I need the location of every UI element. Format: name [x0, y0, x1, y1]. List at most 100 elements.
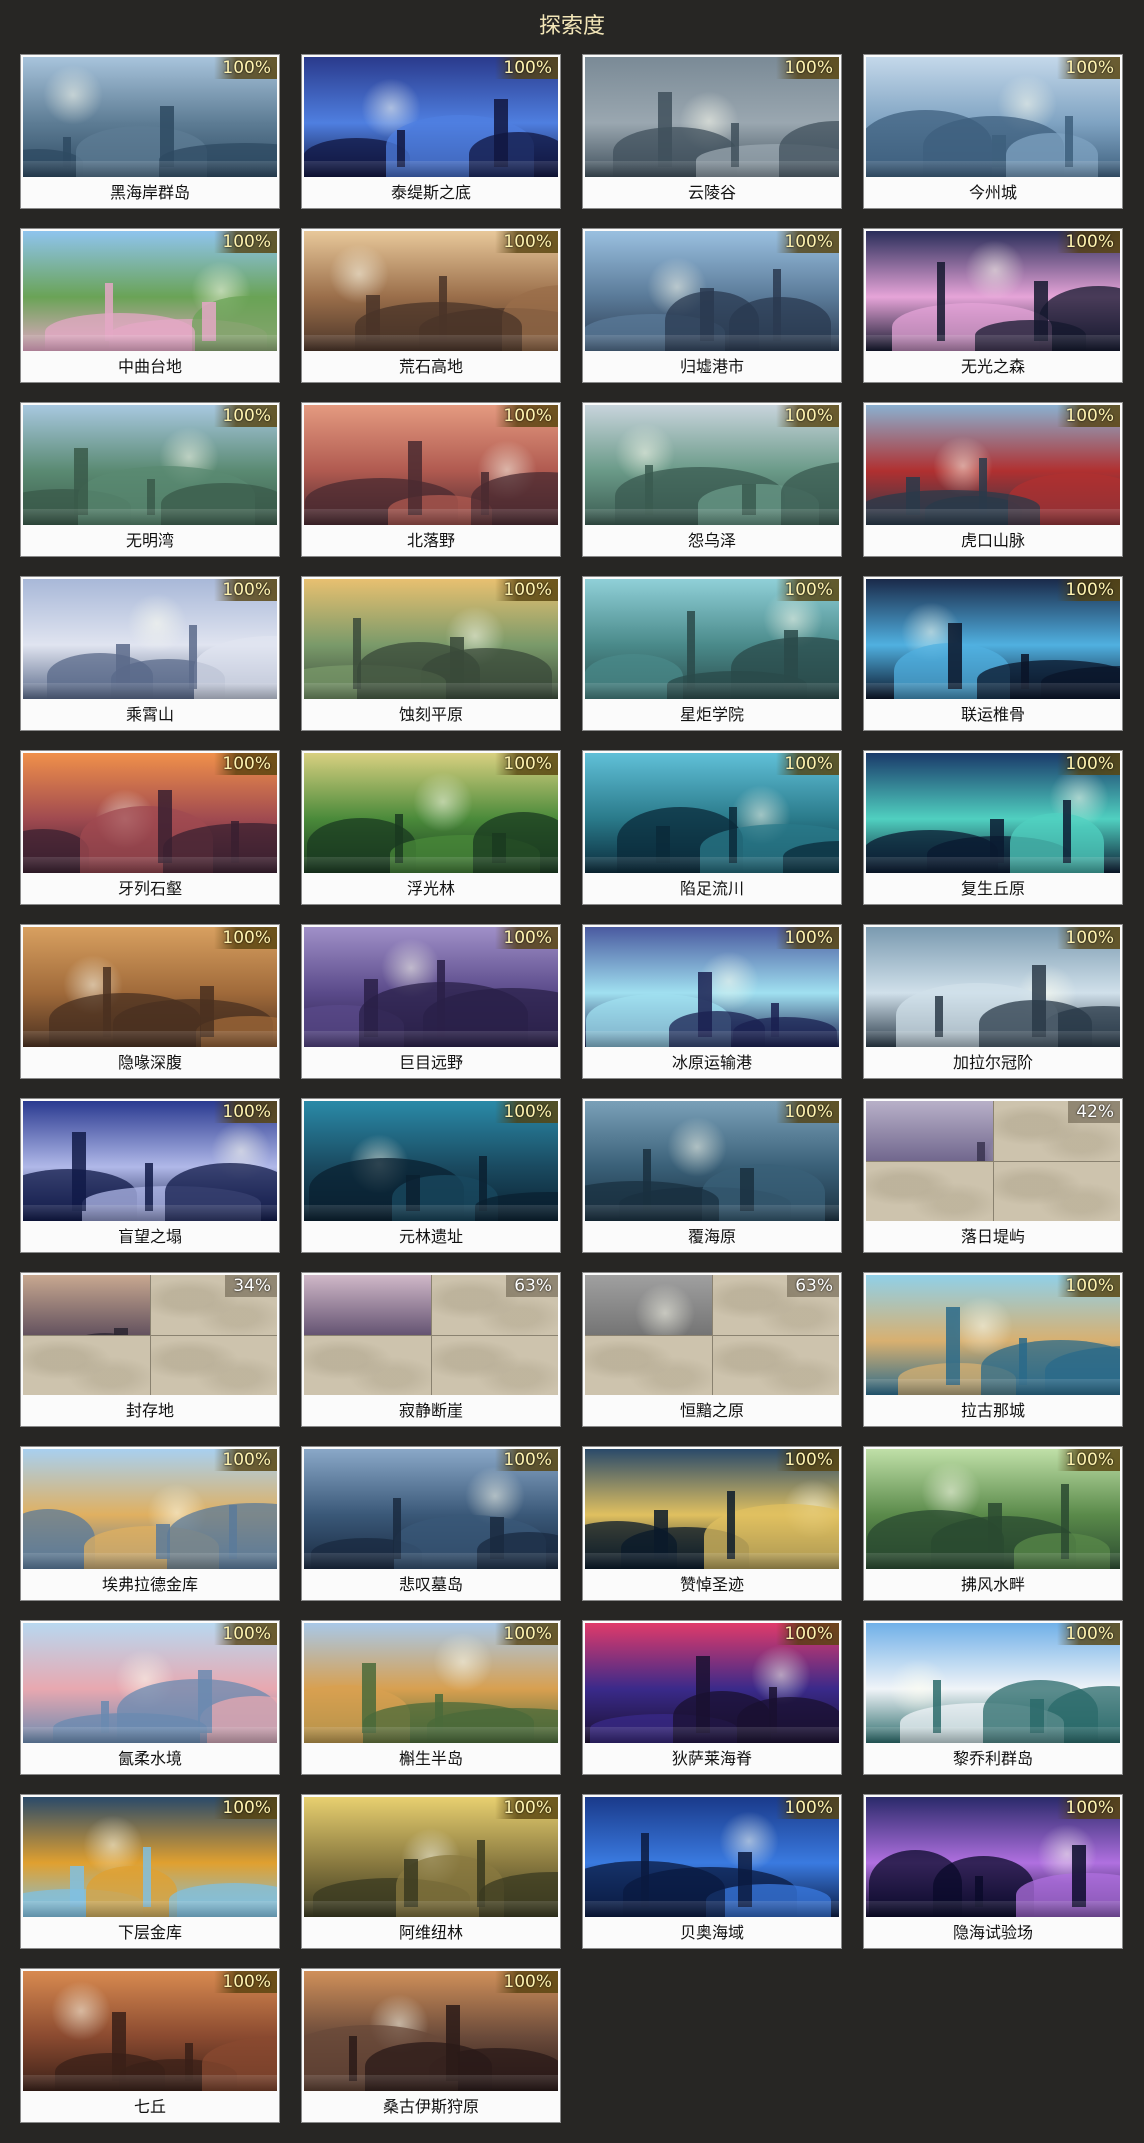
- region-card[interactable]: 100% 黎乔利群岛: [863, 1620, 1123, 1775]
- region-name: 中曲台地: [117, 357, 182, 376]
- region-card[interactable]: 100% 七丘: [20, 1968, 280, 2123]
- region-image: 100%: [585, 753, 839, 873]
- region-image: 63%: [585, 1275, 839, 1395]
- region-image: 100%: [304, 579, 558, 699]
- region-name: 覆海原: [687, 1227, 736, 1246]
- region-card[interactable]: 100% 虎口山脉: [863, 402, 1123, 557]
- region-name: 泰缇斯之底: [390, 183, 471, 202]
- region-card[interactable]: 100% 赞悼圣迹: [582, 1446, 842, 1601]
- region-card[interactable]: 100% 黑海岸群岛: [20, 54, 280, 209]
- region-card[interactable]: 100% 牙列石壑: [20, 750, 280, 905]
- region-card[interactable]: 100% 贝奥海域: [582, 1794, 842, 1949]
- region-card[interactable]: 100% 狄萨莱海脊: [582, 1620, 842, 1775]
- exploration-percent: 100%: [214, 57, 277, 79]
- region-name: 无光之森: [960, 357, 1025, 376]
- region-card[interactable]: 100% 归墟港市: [582, 228, 842, 383]
- exploration-percent: 100%: [495, 57, 558, 79]
- region-image: 100%: [23, 1101, 277, 1221]
- exploration-percent: 100%: [1057, 1623, 1120, 1645]
- region-image: 100%: [585, 927, 839, 1047]
- region-card[interactable]: 100% 浮光林: [301, 750, 561, 905]
- exploration-percent: 100%: [214, 1971, 277, 1993]
- region-card[interactable]: 100% 元林遗址: [301, 1098, 561, 1253]
- region-card[interactable]: 100% 下层金库: [20, 1794, 280, 1949]
- exploration-percent: 100%: [776, 1623, 839, 1645]
- region-name: 北落野: [406, 531, 455, 550]
- region-card[interactable]: 100% 隐海试验场: [863, 1794, 1123, 1949]
- region-image: 100%: [304, 1623, 558, 1743]
- exploration-percent: 100%: [1057, 1449, 1120, 1471]
- region-name: 联运椎骨: [960, 705, 1025, 724]
- exploration-percent: 100%: [1057, 57, 1120, 79]
- region-image: 100%: [23, 927, 277, 1047]
- region-name: 七丘: [133, 2097, 166, 2116]
- exploration-percent: 100%: [214, 753, 277, 775]
- region-card[interactable]: 63% 寂静断崖: [301, 1272, 561, 1427]
- region-card[interactable]: 100% 加拉尔冠阶: [863, 924, 1123, 1079]
- region-name: 下层金库: [117, 1923, 182, 1942]
- region-card[interactable]: 100% 悲叹墓岛: [301, 1446, 561, 1601]
- region-card[interactable]: 100% 泰缇斯之底: [301, 54, 561, 209]
- region-card[interactable]: 100% 桑古伊斯狩原: [301, 1968, 561, 2123]
- exploration-percent: 100%: [1057, 231, 1120, 253]
- region-name: 寂静断崖: [398, 1401, 463, 1420]
- region-image: 100%: [585, 405, 839, 525]
- region-card[interactable]: 100% 怨乌泽: [582, 402, 842, 557]
- region-card[interactable]: 100% 无光之森: [863, 228, 1123, 383]
- region-name: 今州城: [968, 183, 1017, 202]
- region-card[interactable]: 100% 阿维纽林: [301, 1794, 561, 1949]
- region-card[interactable]: 100% 荒石高地: [301, 228, 561, 383]
- region-card[interactable]: 100% 复生丘原: [863, 750, 1123, 905]
- exploration-percent: 100%: [1057, 927, 1120, 949]
- region-image: 100%: [23, 1797, 277, 1917]
- region-card[interactable]: 42% 落日堤屿: [863, 1098, 1123, 1253]
- unexplored-map-tile: [150, 1335, 277, 1395]
- region-card[interactable]: 100% 氤柔水境: [20, 1620, 280, 1775]
- region-name: 赞悼圣迹: [679, 1575, 744, 1594]
- exploration-percent: 63%: [787, 1275, 839, 1297]
- region-card[interactable]: 100% 云陵谷: [582, 54, 842, 209]
- region-card[interactable]: 100% 拂风水畔: [863, 1446, 1123, 1601]
- unexplored-map-tile: [304, 1335, 431, 1395]
- region-card[interactable]: 34% 封存地: [20, 1272, 280, 1427]
- region-card[interactable]: 100% 埃弗拉德金库: [20, 1446, 280, 1601]
- exploration-percent: 100%: [776, 1449, 839, 1471]
- region-image: 100%: [23, 57, 277, 177]
- region-name: 归墟港市: [679, 357, 744, 376]
- region-card[interactable]: 100% 冰原运输港: [582, 924, 842, 1079]
- exploration-percent: 100%: [776, 753, 839, 775]
- region-image: 100%: [866, 1623, 1120, 1743]
- region-card[interactable]: 100% 乘霄山: [20, 576, 280, 731]
- region-name: 浮光林: [406, 879, 455, 898]
- exploration-percent: 100%: [214, 1101, 277, 1123]
- region-card[interactable]: 100% 星炬学院: [582, 576, 842, 731]
- region-image: 100%: [23, 579, 277, 699]
- region-name: 桑古伊斯狩原: [382, 2097, 479, 2116]
- unexplored-map-tile: [23, 1335, 150, 1395]
- region-card[interactable]: 100% 槲生半岛: [301, 1620, 561, 1775]
- region-card[interactable]: 100% 今州城: [863, 54, 1123, 209]
- region-image: 100%: [304, 753, 558, 873]
- region-card[interactable]: 100% 无明湾: [20, 402, 280, 557]
- region-image: 100%: [304, 1449, 558, 1569]
- region-card[interactable]: 100% 拉古那城: [863, 1272, 1123, 1427]
- region-image: 100%: [866, 753, 1120, 873]
- region-name: 星炬学院: [679, 705, 744, 724]
- region-card[interactable]: 100% 联运椎骨: [863, 576, 1123, 731]
- region-card[interactable]: 100% 陷足流川: [582, 750, 842, 905]
- region-card[interactable]: 100% 隐喙深腹: [20, 924, 280, 1079]
- region-name: 乘霄山: [125, 705, 174, 724]
- exploration-percent: 100%: [776, 57, 839, 79]
- exploration-percent: 100%: [495, 579, 558, 601]
- region-card[interactable]: 100% 巨目远野: [301, 924, 561, 1079]
- region-card[interactable]: 63% 恒黯之原: [582, 1272, 842, 1427]
- exploration-percent: 100%: [495, 1971, 558, 1993]
- region-image: 100%: [585, 1797, 839, 1917]
- region-name: 恒黯之原: [679, 1401, 744, 1420]
- region-card[interactable]: 100% 覆海原: [582, 1098, 842, 1253]
- region-card[interactable]: 100% 北落野: [301, 402, 561, 557]
- region-card[interactable]: 100% 蚀刻平原: [301, 576, 561, 731]
- region-card[interactable]: 100% 中曲台地: [20, 228, 280, 383]
- region-name: 阿维纽林: [398, 1923, 463, 1942]
- region-card[interactable]: 100% 盲望之塌: [20, 1098, 280, 1253]
